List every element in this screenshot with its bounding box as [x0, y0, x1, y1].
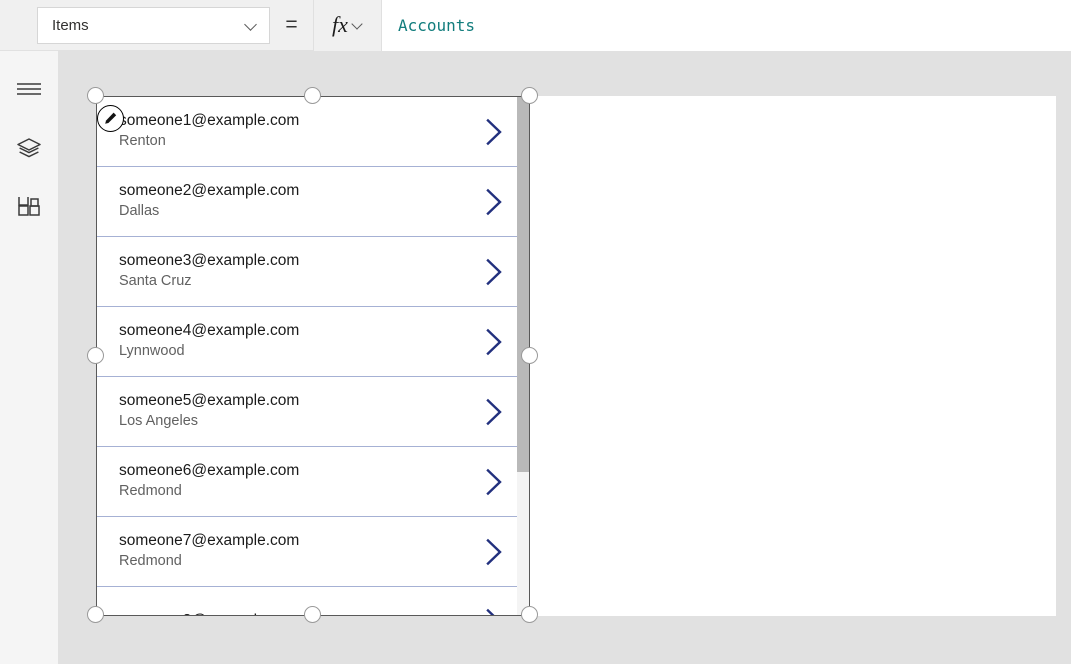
gallery-list-item[interactable]: someone2@example.comDallas [97, 167, 529, 237]
gallery-item-title: someone1@example.com [119, 111, 299, 132]
resize-handle-middle-right[interactable] [521, 347, 538, 364]
gallery-list-item[interactable]: someone1@example.comRenton [97, 97, 529, 167]
formula-input[interactable]: Accounts [382, 0, 1071, 51]
gallery-item-text: someone6@example.comRedmond [97, 461, 299, 503]
gallery-item-text: someone8@example.com [97, 611, 299, 615]
components-insert-icon [17, 197, 41, 226]
rail-item-tree-view[interactable] [0, 121, 58, 181]
gallery-item-title: someone4@example.com [119, 321, 299, 342]
chevron-right-icon[interactable] [486, 608, 503, 615]
gallery-item-subtitle: Dallas [119, 201, 299, 222]
resize-handle-bottom-left[interactable] [87, 606, 104, 623]
chevron-right-icon[interactable] [486, 468, 503, 495]
layers-tree-view-icon [16, 137, 42, 166]
gallery-item-title: someone3@example.com [119, 251, 299, 272]
chevron-right-icon[interactable] [486, 538, 503, 565]
gallery-item-title: someone2@example.com [119, 181, 299, 202]
gallery-item-subtitle: Redmond [119, 481, 299, 502]
gallery-item-subtitle: Redmond [119, 551, 299, 572]
gallery-list-item[interactable]: someone6@example.comRedmond [97, 447, 529, 517]
gallery-scroll-region[interactable]: someone1@example.comRenton someone2@examp… [97, 97, 529, 615]
scrollbar-thumb[interactable] [517, 97, 529, 472]
gallery-control[interactable]: someone1@example.comRenton someone2@examp… [96, 96, 530, 616]
gallery-list-item[interactable]: someone5@example.comLos Angeles [97, 377, 529, 447]
resize-handle-top-left[interactable] [87, 87, 104, 104]
property-select[interactable]: Items [37, 7, 270, 44]
rail-item-menu[interactable] [0, 61, 58, 121]
equals-sign: = [270, 13, 313, 37]
edit-pencil-icon[interactable] [97, 105, 124, 132]
gallery-item-subtitle: Lynnwood [119, 341, 299, 362]
chevron-right-icon[interactable] [486, 188, 503, 215]
gallery-item-title: someone8@example.com [119, 611, 299, 615]
chevron-down-icon [245, 19, 257, 31]
property-select-value: Items [52, 17, 89, 34]
gallery-list-item[interactable]: someone7@example.comRedmond [97, 517, 529, 587]
gallery-list-item[interactable]: someone3@example.comSanta Cruz [97, 237, 529, 307]
resize-handle-top-center[interactable] [304, 87, 321, 104]
chevron-down-icon [352, 20, 363, 31]
fx-icon: fx [332, 14, 348, 36]
chevron-right-icon[interactable] [486, 328, 503, 355]
resize-handle-middle-left[interactable] [87, 347, 104, 364]
formula-bar: Items = fx Accounts [0, 0, 1071, 51]
gallery-item-title: someone6@example.com [119, 461, 299, 482]
chevron-right-icon[interactable] [486, 398, 503, 425]
gallery-item-text: someone4@example.comLynnwood [97, 321, 299, 363]
resize-handle-bottom-right[interactable] [521, 606, 538, 623]
hamburger-menu-icon [16, 81, 42, 102]
gallery-item-subtitle: Santa Cruz [119, 271, 299, 292]
rail-item-insert[interactable] [0, 181, 58, 241]
gallery-item-title: someone7@example.com [119, 531, 299, 552]
gallery-item-subtitle: Renton [119, 131, 299, 152]
gallery-item-text: someone2@example.comDallas [97, 181, 299, 223]
fx-button[interactable]: fx [313, 0, 382, 51]
gallery-control-selection[interactable]: someone1@example.comRenton someone2@examp… [96, 96, 530, 616]
gallery-item-text: someone1@example.comRenton [97, 111, 299, 153]
gallery-list-item[interactable]: someone4@example.comLynnwood [97, 307, 529, 377]
gallery-item-subtitle: Los Angeles [119, 411, 299, 432]
resize-handle-bottom-center[interactable] [304, 606, 321, 623]
gallery-item-text: someone5@example.comLos Angeles [97, 391, 299, 433]
gallery-item-title: someone5@example.com [119, 391, 299, 412]
chevron-right-icon[interactable] [486, 258, 503, 285]
chevron-right-icon[interactable] [486, 118, 503, 145]
left-icon-rail [0, 51, 58, 664]
gallery-item-text: someone7@example.comRedmond [97, 531, 299, 573]
resize-handle-top-right[interactable] [521, 87, 538, 104]
gallery-item-text: someone3@example.comSanta Cruz [97, 251, 299, 293]
